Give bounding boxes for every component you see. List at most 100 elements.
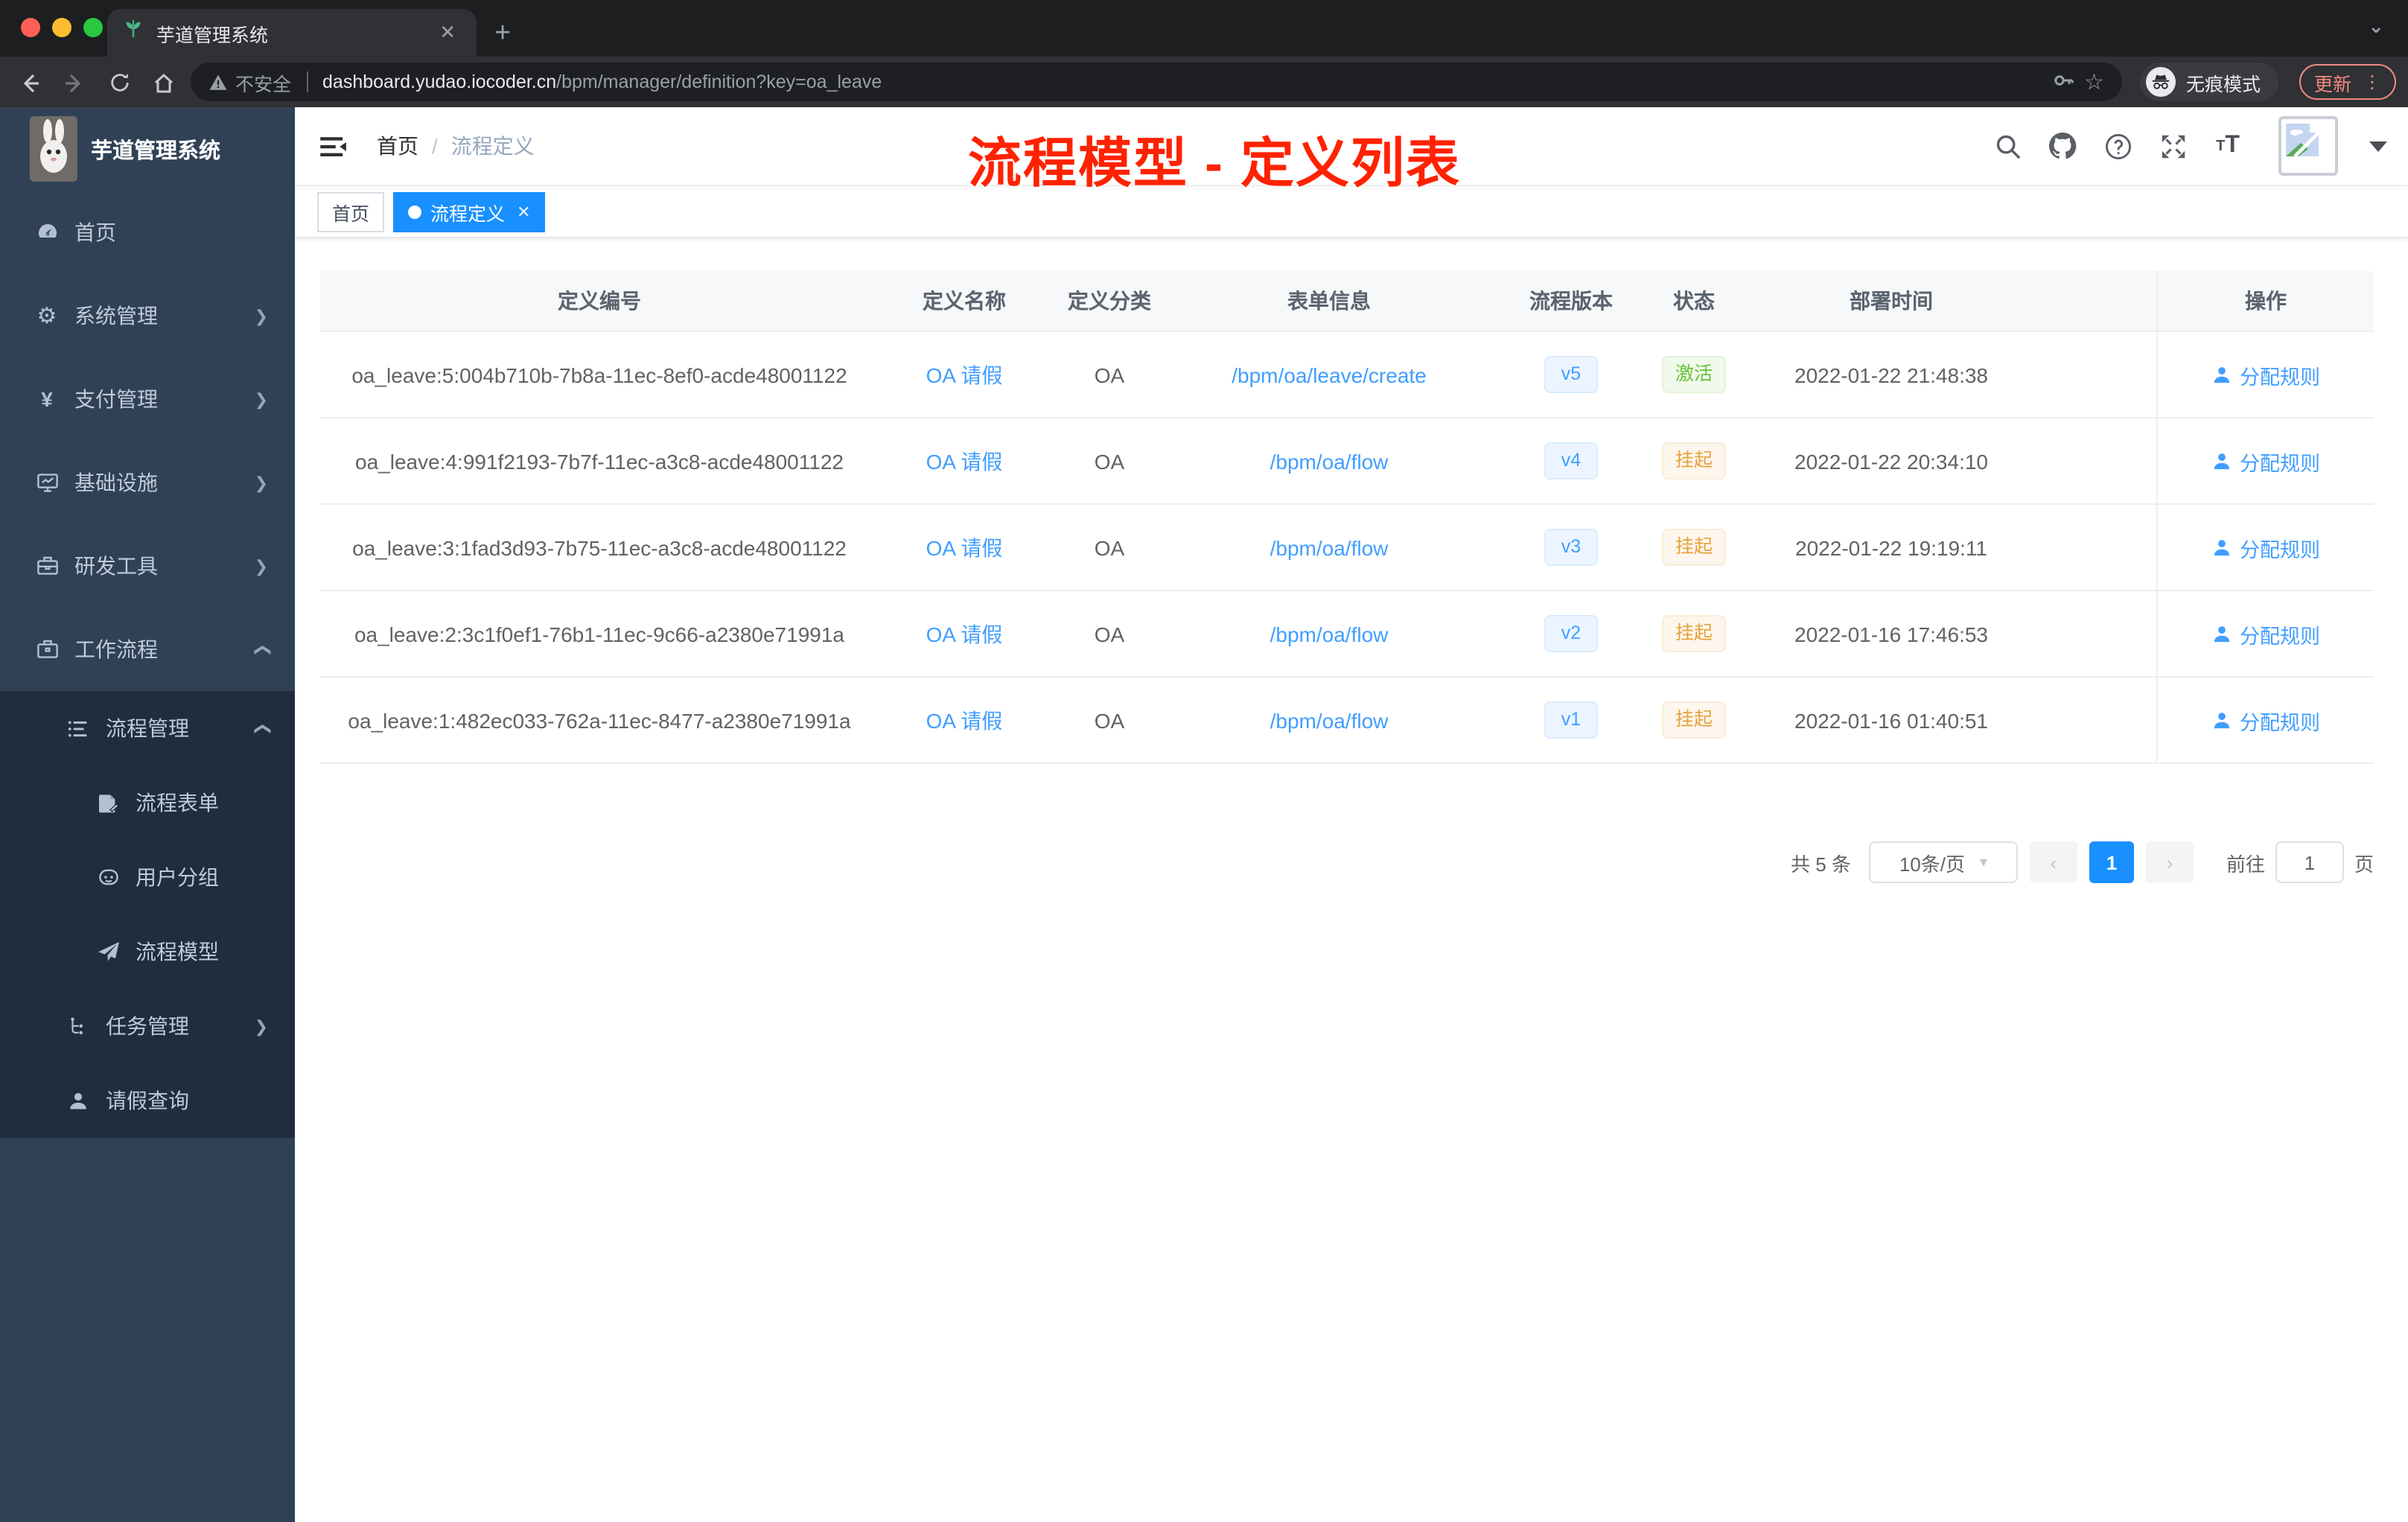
sidebar-item-payment[interactable]: ¥ 支付管理 ❯ [0,357,295,441]
sidebar-item-leave-query[interactable]: 请假查询 [0,1063,295,1138]
sidebar-item-process-model[interactable]: 流程模型 [0,914,295,989]
header-process-version: 流程版本 [1529,289,1613,313]
definition-name-link[interactable]: OA 请假 [926,619,1003,649]
assign-rule-button[interactable]: 分配规则 [2211,619,2320,649]
definition-name-link[interactable]: OA 请假 [926,705,1003,735]
search-icon[interactable] [1991,130,2024,162]
pagination-total: 共 5 条 [1791,853,1851,875]
user-icon [2214,625,2230,642]
form-link[interactable]: /bpm/oa/flow [1270,535,1389,559]
tag-close-icon[interactable]: ✕ [514,202,530,221]
next-page-button[interactable]: › [2145,841,2194,883]
red-annotation-title: 流程模型 - 定义列表 [968,133,1461,194]
breadcrumb: 首页 / 流程定义 [377,131,535,161]
browser-tab[interactable]: 芋道管理系统 ✕ [107,9,477,57]
update-label: 更新 [2313,74,2351,95]
form-link[interactable]: /bpm/oa/flow [1270,622,1389,646]
version-tag: v5 [1544,356,1598,393]
zoom-window-button[interactable] [83,18,103,37]
assign-rule-button[interactable]: 分配规则 [2211,705,2320,735]
cell-deploy-time: 2022-01-16 01:40:51 [1794,708,1988,732]
url-bar[interactable]: 不安全 dashboard.yudao.iocoder.cn/bpm/manag… [191,63,2122,101]
chevron-up-icon: ❯ [252,721,271,736]
table-row: oa_leave:4:991f2193-7b7f-11ec-a3c8-acde4… [320,418,2374,505]
new-tab-button[interactable]: + [494,18,511,57]
version-tag: v3 [1544,529,1598,566]
traffic-lights[interactable] [21,18,103,37]
active-dot [408,205,422,218]
definition-table: 定义编号 定义名称 定义分类 表单信息 流程版本 状态 部署时间 操作 oa_l… [320,271,2374,764]
breadcrumb-separator: / [432,134,438,158]
assign-rule-button[interactable]: 分配规则 [2211,360,2320,389]
avatar-dropdown-caret-icon[interactable] [2369,141,2387,151]
minimize-window-button[interactable] [52,18,71,37]
definition-name-link[interactable]: OA 请假 [926,532,1003,562]
breadcrumb-home[interactable]: 首页 [377,131,418,161]
tag-process-definition[interactable]: 流程定义 ✕ [393,191,546,232]
browser-menu-icon[interactable]: ⋮ [2363,71,2381,92]
sidebar-item-infra[interactable]: 基础设施 ❯ [0,441,295,524]
form-link[interactable]: /bpm/oa/leave/create [1232,363,1427,386]
toolbox-icon [34,553,60,579]
yen-icon: ¥ [41,387,53,411]
github-icon[interactable] [2046,130,2079,162]
current-page-button[interactable]: 1 [2089,841,2134,883]
home-icon[interactable] [146,69,182,95]
tab-search-chevron-icon[interactable]: ⌄ [2368,15,2384,39]
assign-rule-button[interactable]: 分配规则 [2211,446,2320,476]
sidebar-item-process-management[interactable]: 流程管理 ❯ [0,691,295,765]
browser-update-button[interactable]: 更新 ⋮ [2299,64,2396,100]
bookmark-star-icon[interactable]: ☆ [2084,69,2104,95]
user-icon [2214,539,2230,555]
navbar-actions: TT [1991,116,2387,176]
sidebar-item-system[interactable]: ⚙ 系统管理 ❯ [0,274,295,357]
help-icon[interactable] [2101,130,2134,162]
chevron-down-icon: ❯ [254,308,268,325]
tag-home[interactable]: 首页 [317,191,385,232]
sprout-favicon-icon [122,18,144,48]
sidebar-item-devtools[interactable]: 研发工具 ❯ [0,524,295,608]
sidebar-logo[interactable]: 芋道管理系统 [0,107,295,191]
cell-deploy-time: 2022-01-16 17:46:53 [1794,622,1988,646]
url-text[interactable]: dashboard.yudao.iocoder.cn/bpm/manager/d… [322,71,882,92]
sidebar-item-task-management[interactable]: 任务管理 ❯ [0,989,295,1063]
header-definition-id: 定义编号 [558,289,641,313]
close-window-button[interactable] [21,18,40,37]
goto-page-input[interactable] [2275,841,2344,883]
version-tag: v2 [1544,615,1598,652]
user-avatar[interactable] [2278,116,2338,176]
tab-close-icon[interactable]: ✕ [433,21,462,45]
back-icon[interactable] [12,69,48,95]
goto-label: 前往 [2226,853,2265,875]
page-size-select[interactable]: 10条/页 ▾ [1868,841,2018,883]
form-link[interactable]: /bpm/oa/flow [1270,449,1389,473]
chevron-up-icon: ❯ [252,642,271,657]
cell-deploy-time: 2022-01-22 19:19:11 [1795,535,1987,559]
table-row: oa_leave:2:3c1f0ef1-76b1-11ec-9c66-a2380… [320,591,2374,678]
version-tag: v4 [1544,442,1598,480]
font-size-icon[interactable]: TT [2211,130,2244,162]
header-definition-category: 定义分类 [1068,289,1151,313]
list-icon [66,716,91,741]
sidebar-item-workflow[interactable]: 工作流程 ❯ [0,608,295,691]
reload-icon[interactable] [101,69,137,95]
cell-category: OA [1094,449,1125,473]
sidebar-item-process-form[interactable]: 流程表单 [0,765,295,840]
sidebar-item-home[interactable]: 首页 [0,191,295,274]
password-key-icon[interactable] [2051,68,2075,96]
assign-rule-button[interactable]: 分配规则 [2211,532,2320,562]
forward-icon[interactable] [57,69,92,95]
dashboard-icon [34,220,60,245]
table-body: oa_leave:5:004b710b-7b8a-11ec-8ef0-acde4… [320,332,2374,764]
cell-category: OA [1094,622,1125,646]
sidebar-collapse-icon[interactable] [320,134,347,158]
definition-name-link[interactable]: OA 请假 [926,446,1003,476]
fullscreen-icon[interactable] [2156,130,2189,162]
prev-page-button[interactable]: ‹ [2029,841,2077,883]
definition-name-link[interactable]: OA 请假 [926,360,1003,389]
form-link[interactable]: /bpm/oa/flow [1270,708,1389,732]
chevron-down-icon: ❯ [254,1018,268,1036]
sidebar-item-user-group[interactable]: 用户分组 [0,840,295,914]
incognito-icon [2145,67,2176,97]
security-chip[interactable]: 不安全 [208,68,291,96]
